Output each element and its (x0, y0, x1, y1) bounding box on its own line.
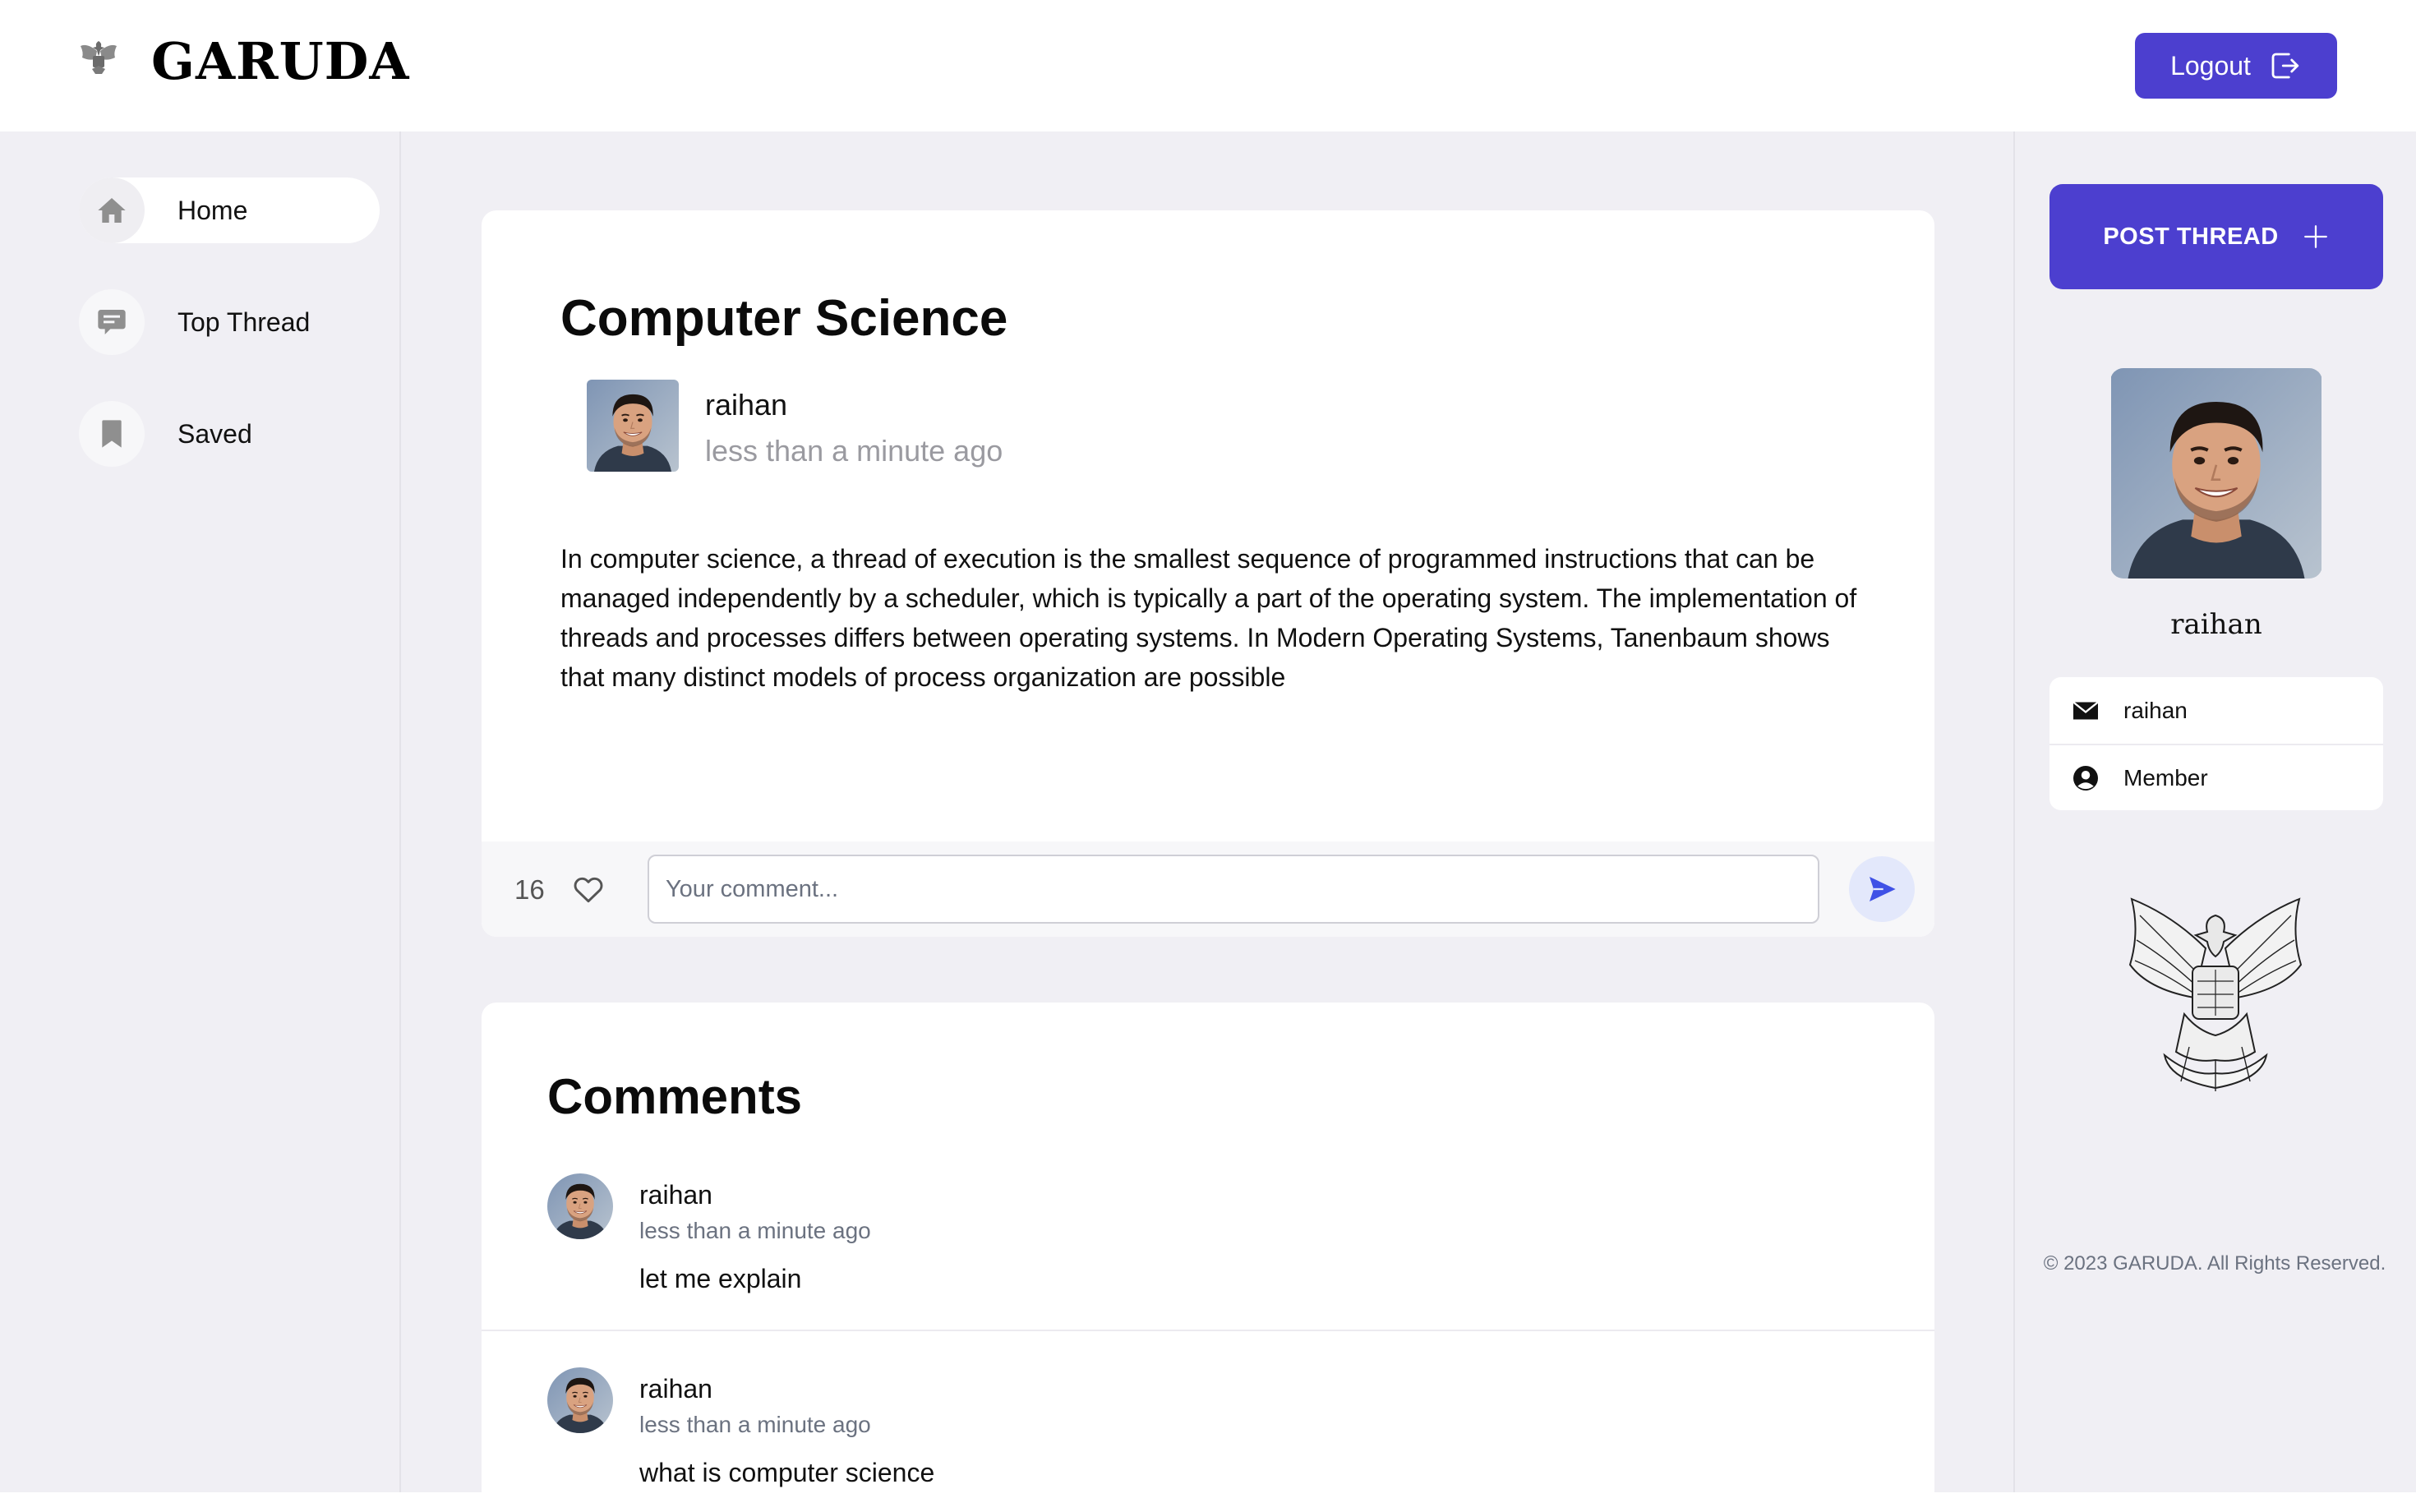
home-icon (98, 198, 126, 223)
comment-text: let me explain (639, 1264, 802, 1293)
brand-title[interactable]: GARUDA (151, 31, 410, 91)
logout-button[interactable]: Logout (2135, 33, 2337, 99)
chat-icon-wrapper (79, 289, 145, 355)
profile-email: raihan (2123, 697, 2188, 723)
thread-footer: 16 (482, 841, 1934, 937)
profile-info-card: raihan Member (2049, 677, 2383, 810)
garuda-logo-icon (81, 41, 117, 74)
logout-icon (2271, 53, 2299, 79)
comments-card: Comments raihan less than a minute ago l… (482, 1003, 1934, 1492)
garuda-emblem-image (2128, 897, 2303, 1091)
sidebar-item-label: Saved (178, 418, 252, 449)
sidebar-item-label: Home (178, 195, 248, 225)
heart-icon[interactable] (570, 871, 606, 907)
thread-timestamp: less than a minute ago (705, 434, 1003, 468)
post-thread-label: POST THREAD (2103, 223, 2279, 250)
sidebar-item-saved[interactable]: Saved (79, 401, 380, 467)
comment-author[interactable]: raihan (639, 1374, 712, 1404)
logout-label: Logout (2170, 50, 2251, 81)
thread-card: Computer Science raihan less than a minu… (482, 210, 1934, 937)
envelope-icon (2073, 701, 2099, 719)
chat-icon (98, 310, 126, 334)
profile-role: Member (2123, 764, 2208, 791)
author-avatar[interactable] (587, 380, 679, 472)
bookmark-icon-wrapper (79, 401, 145, 467)
author-name[interactable]: raihan (705, 388, 787, 422)
comment-divider (482, 1330, 1934, 1331)
like-count: 16 (514, 874, 545, 905)
profile-photo[interactable] (2110, 368, 2322, 579)
right-sidebar (2013, 131, 2416, 1492)
profile-name: raihan (2170, 608, 2262, 641)
bottom-strip (0, 1492, 2416, 1512)
sidebar-item-top-thread[interactable]: Top Thread (79, 289, 380, 355)
profile-email-row: raihan (2049, 677, 2383, 744)
post-thread-button[interactable]: POST THREAD (2049, 184, 2383, 289)
post-thread-content: POST THREAD (2103, 223, 2329, 251)
bookmark-icon (102, 420, 122, 448)
thread-body: In computer science, a thread of executi… (560, 544, 1857, 692)
user-circle-icon (2073, 765, 2098, 791)
comment-timestamp: less than a minute ago (639, 1218, 871, 1243)
thread-title: Computer Science (560, 290, 1008, 347)
plus-icon (2303, 225, 2327, 248)
sidebar-item-label: Top Thread (178, 307, 311, 337)
comment-text: what is computer science (639, 1458, 935, 1487)
comment-timestamp: less than a minute ago (639, 1412, 871, 1437)
comments-title: Comments (547, 1069, 803, 1124)
home-icon-wrapper (79, 177, 145, 243)
comment-input[interactable] (648, 855, 1819, 924)
comment-item: raihan less than a minute ago what is co… (482, 1367, 1934, 1492)
copyright-text: © 2023 GARUDA. All Rights Reserved. (2043, 1252, 2386, 1275)
comment-item: raihan less than a minute ago let me exp… (482, 1173, 1934, 1367)
comment-avatar[interactable] (547, 1367, 613, 1433)
sidebar-item-home[interactable]: Home (79, 177, 380, 243)
top-header: GARUDA Logout (0, 0, 2416, 131)
profile-role-row: Member (2049, 744, 2383, 810)
send-icon (1870, 877, 1896, 901)
comment-avatar[interactable] (547, 1173, 613, 1239)
send-comment-button[interactable] (1849, 856, 1915, 922)
comment-author[interactable]: raihan (639, 1180, 712, 1210)
